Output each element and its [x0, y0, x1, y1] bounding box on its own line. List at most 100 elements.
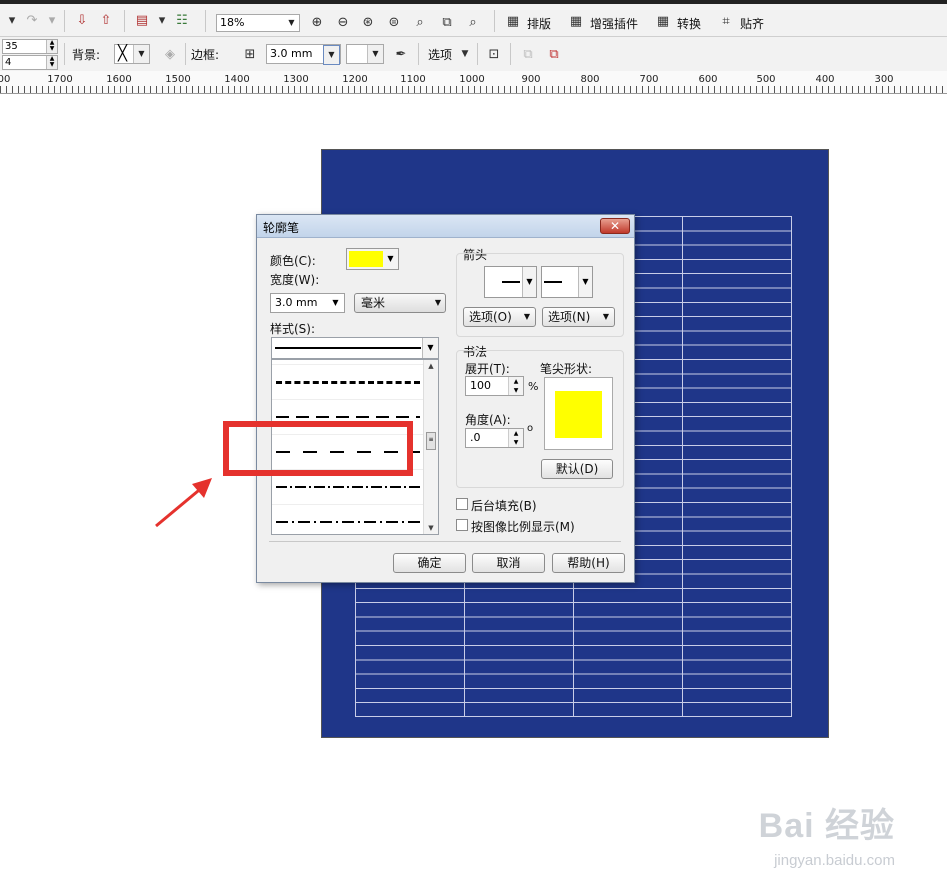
zoom-all-icon[interactable]: ⊜: [384, 12, 404, 32]
zoom-in-icon[interactable]: ⊕: [307, 12, 327, 32]
rows-value: 35: [5, 41, 18, 52]
close-icon[interactable]: ✕: [600, 218, 630, 234]
undo-dropdown-icon[interactable]: ▾: [2, 10, 22, 30]
chevron-down-icon[interactable]: ▼: [284, 15, 299, 31]
angle-spinner[interactable]: .0 ▲ ▼: [465, 428, 524, 448]
export-icon[interactable]: ⇧: [96, 10, 116, 30]
separator: [477, 43, 478, 65]
fill-bucket-icon[interactable]: ◈: [160, 44, 180, 64]
background-label: 背景:: [72, 48, 101, 62]
spin-arrows-icon[interactable]: ▲ ▼: [508, 429, 523, 447]
angle-label: 角度(A):: [465, 413, 511, 427]
stretch-value: 100: [470, 379, 491, 392]
list-scrollbar[interactable]: ▲ ≡ ▼: [423, 360, 438, 534]
border-width-combo[interactable]: 3.0 mm ▼: [266, 44, 341, 65]
chevron-down-icon[interactable]: ▼: [422, 338, 438, 358]
style-combo[interactable]: ▼: [271, 337, 439, 359]
zoom-selected-icon[interactable]: ⊛: [358, 12, 378, 32]
menu-plugins[interactable]: 增强插件: [590, 15, 638, 32]
pen-nib-icon[interactable]: ✒: [391, 44, 411, 64]
dash-dot-wide-preview: [276, 521, 420, 523]
color-picker[interactable]: ▼: [346, 248, 399, 270]
separator: [64, 43, 65, 65]
chevron-down-icon[interactable]: ▼: [522, 267, 536, 297]
width-combo[interactable]: 3.0 mm ▼: [270, 293, 345, 313]
menu-convert[interactable]: 转换: [677, 15, 701, 32]
start-arrow-options-button[interactable]: 选项(O) ▼: [463, 307, 536, 327]
nib-shape-preview[interactable]: [544, 377, 613, 450]
ruler-label: 600: [698, 74, 718, 85]
style-label: 样式(S):: [270, 322, 316, 336]
chevron-down-icon[interactable]: ▼: [328, 295, 343, 311]
border-color-picker[interactable]: ▼: [346, 44, 384, 64]
publish-dropdown-icon[interactable]: ▾: [152, 10, 172, 30]
behind-fill-label: 后台填充(B): [471, 499, 537, 513]
separator: [64, 10, 65, 32]
checklist-icon[interactable]: ☷: [172, 10, 192, 30]
menu-snap[interactable]: 贴齐: [740, 15, 764, 32]
zoom-combo[interactable]: 18% ▼: [216, 14, 300, 32]
options-button[interactable]: 选项: [428, 46, 452, 63]
separator: [185, 43, 186, 65]
layout-icon: ▦: [506, 13, 520, 29]
zoom-width-icon[interactable]: ⧉: [437, 12, 457, 32]
ruler-label: 00: [0, 74, 11, 85]
scale-with-image-checkbox[interactable]: [456, 519, 468, 531]
behind-fill-checkbox[interactable]: [456, 498, 468, 510]
menu-layout[interactable]: 排版: [527, 15, 551, 32]
dialog-titlebar[interactable]: 轮廓笔 ✕: [257, 215, 634, 238]
redo-icon[interactable]: ↷: [22, 10, 42, 30]
ruler-label: 1600: [106, 74, 132, 85]
split-cells-icon[interactable]: ⧉: [544, 44, 564, 64]
solid-line-preview: [275, 347, 421, 349]
border-grid-icon[interactable]: ⊞: [240, 44, 260, 64]
spin-arrows-icon[interactable]: ▲ ▼: [508, 377, 523, 395]
scroll-down-icon[interactable]: ▼: [424, 522, 438, 534]
horizontal-ruler[interactable]: 00 1700 1600 1500 1400 1300 1200 1100 10…: [0, 71, 947, 94]
ruler-label: 800: [580, 74, 600, 85]
import-icon[interactable]: ⇩: [72, 10, 92, 30]
end-arrow-picker[interactable]: ▼: [541, 266, 593, 298]
cols-value: 4: [5, 57, 12, 68]
text-wrap-icon[interactable]: ⊡: [484, 44, 504, 64]
zoom-height-icon[interactable]: ⌕: [463, 12, 483, 32]
start-arrow-picker[interactable]: ▼: [484, 266, 537, 298]
spin-arrows-icon[interactable]: ▲ ▼: [46, 40, 57, 53]
rows-spinner[interactable]: 35 ▲ ▼: [2, 39, 58, 54]
ruler-label: 1100: [400, 74, 426, 85]
background-fill-picker[interactable]: ╳ ▼: [114, 44, 150, 64]
end-arrow-options-button[interactable]: 选项(N) ▼: [542, 307, 615, 327]
chevron-down-icon[interactable]: ▼: [578, 267, 592, 297]
cols-spinner[interactable]: 4 ▲ ▼: [2, 55, 58, 70]
options-dropdown-icon[interactable]: ▼: [455, 44, 475, 64]
footer-divider: [269, 541, 621, 542]
publish-icon[interactable]: ▤: [132, 10, 152, 30]
ruler-label: 400: [815, 74, 835, 85]
cancel-button[interactable]: 取消: [472, 553, 545, 573]
scroll-thumb[interactable]: ≡: [426, 432, 436, 450]
zoom-out-icon[interactable]: ⊖: [333, 12, 353, 32]
angle-value: .0: [470, 431, 481, 444]
stretch-spinner[interactable]: 100 ▲ ▼: [465, 376, 524, 396]
line-preview: [544, 281, 562, 283]
list-item[interactable]: [272, 364, 424, 400]
zoom-page-icon[interactable]: ⌕: [410, 12, 430, 32]
ok-button[interactable]: 确定: [393, 553, 466, 573]
chevron-down-icon[interactable]: ▼: [133, 45, 149, 63]
end-arrow-options-label: 选项(N): [548, 310, 591, 324]
chevron-down-icon[interactable]: ▼: [323, 45, 340, 65]
list-item[interactable]: [272, 504, 424, 534]
chevron-down-icon[interactable]: ▼: [367, 45, 383, 63]
width-label: 宽度(W):: [270, 273, 320, 287]
unit-combo[interactable]: 毫米 ▼: [354, 293, 446, 313]
chevron-down-icon[interactable]: ▼: [384, 251, 397, 267]
outline-pen-dialog: 轮廓笔 ✕ 颜色(C): ▼ 宽度(W): 3.0 mm ▼ 毫米 ▼ 样式(S…: [256, 214, 635, 583]
redo-dropdown-icon[interactable]: ▾: [42, 10, 62, 30]
default-button[interactable]: 默认(D): [541, 459, 613, 479]
scroll-up-icon[interactable]: ▲: [424, 360, 438, 372]
stretch-unit: %: [528, 380, 539, 393]
spin-arrows-icon[interactable]: ▲ ▼: [46, 56, 57, 69]
separator: [494, 10, 495, 32]
help-button[interactable]: 帮助(H): [552, 553, 625, 573]
merge-cells-icon[interactable]: ⧉: [518, 44, 538, 64]
